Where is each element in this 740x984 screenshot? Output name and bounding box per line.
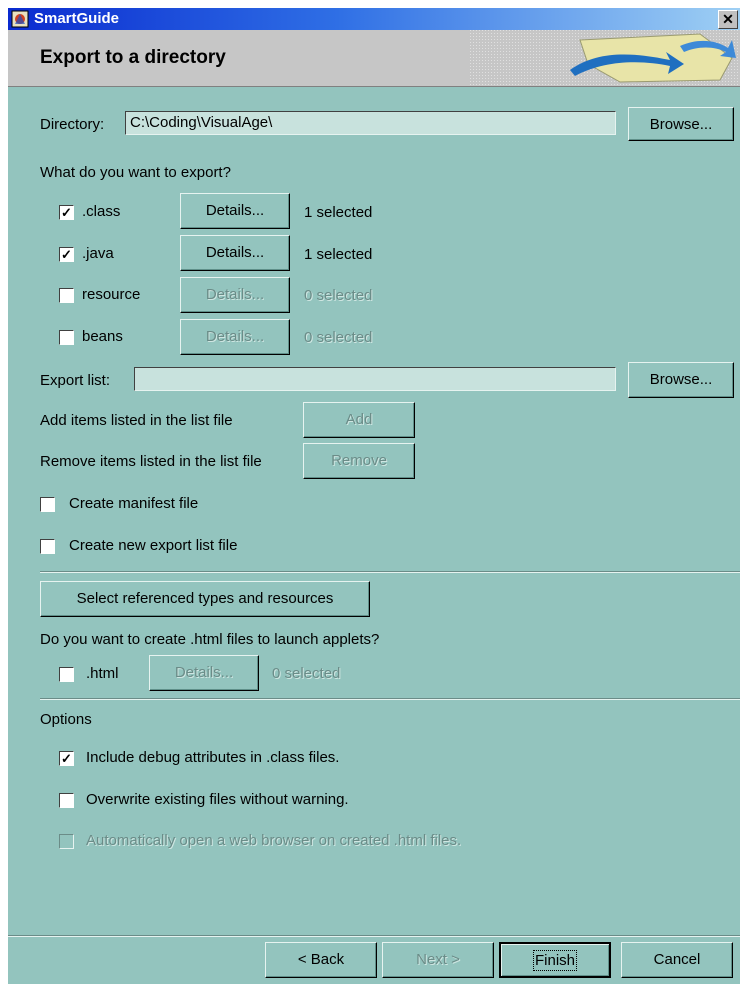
resource-checkbox[interactable] — [59, 288, 74, 303]
back-button[interactable]: < Back — [265, 942, 377, 978]
finish-button[interactable]: Finish — [499, 942, 611, 978]
options-heading: Options — [40, 711, 92, 728]
separator — [40, 571, 740, 573]
create-manifest-checkbox[interactable] — [40, 497, 55, 512]
remove-items-label: Remove items listed in the list file — [40, 453, 262, 470]
beans-count: 0 selected — [304, 329, 373, 346]
class-checkbox[interactable]: ✓ — [59, 205, 74, 220]
wizard-body: Directory: C:\Coding\VisualAge\ Browse..… — [8, 87, 740, 984]
footer-separator — [8, 935, 740, 937]
auto-open-checkbox[interactable] — [59, 834, 74, 849]
separator — [40, 698, 740, 700]
resource-details-button[interactable]: Details... — [180, 277, 290, 313]
close-icon: ✕ — [722, 11, 734, 27]
class-count: 1 selected — [304, 204, 373, 221]
select-referenced-button[interactable]: Select referenced types and resources — [40, 581, 370, 617]
next-button[interactable]: Next > — [382, 942, 494, 978]
export-list-browse-button[interactable]: Browse... — [628, 362, 734, 398]
page-title: Export to a directory — [40, 47, 226, 68]
java-checkbox[interactable]: ✓ — [59, 247, 74, 262]
include-debug-label: Include debug attributes in .class files… — [86, 749, 340, 766]
html-question: Do you want to create .html files to lau… — [40, 631, 380, 648]
auto-open-label: Automatically open a web browser on crea… — [86, 832, 462, 849]
export-list-label: Export list: — [40, 372, 111, 389]
close-button[interactable]: ✕ — [718, 10, 738, 29]
directory-label: Directory: — [40, 116, 105, 133]
add-items-label: Add items listed in the list file — [40, 412, 233, 429]
beans-details-button[interactable]: Details... — [180, 319, 290, 355]
app-icon — [11, 10, 29, 28]
remove-button[interactable]: Remove — [303, 443, 415, 479]
export-banner-graphic — [470, 30, 740, 86]
beans-checkbox[interactable] — [59, 330, 74, 345]
overwrite-checkbox[interactable] — [59, 793, 74, 808]
export-list-input[interactable] — [134, 367, 616, 391]
resource-label: resource — [82, 286, 141, 303]
java-label: .java — [82, 245, 114, 262]
title-bar[interactable]: SmartGuide ✕ — [8, 8, 740, 30]
java-details-button[interactable]: Details... — [180, 235, 290, 271]
beans-label: beans — [82, 328, 123, 345]
directory-browse-button[interactable]: Browse... — [628, 107, 734, 141]
export-question: What do you want to export? — [40, 164, 231, 181]
java-count: 1 selected — [304, 246, 373, 263]
overwrite-label: Overwrite existing files without warning… — [86, 791, 349, 808]
html-count: 0 selected — [272, 665, 341, 682]
add-button[interactable]: Add — [303, 402, 415, 438]
create-export-list-label: Create new export list file — [69, 537, 238, 554]
create-manifest-label: Create manifest file — [69, 495, 199, 512]
class-label: .class — [82, 203, 121, 220]
html-details-button[interactable]: Details... — [149, 655, 259, 691]
directory-input[interactable]: C:\Coding\VisualAge\ — [125, 111, 616, 135]
wizard-header: Export to a directory — [8, 30, 740, 87]
create-export-list-checkbox[interactable] — [40, 539, 55, 554]
cancel-button[interactable]: Cancel — [621, 942, 733, 978]
resource-count: 0 selected — [304, 287, 373, 304]
smartguide-window: SmartGuide ✕ Export to a directory Direc… — [0, 0, 740, 984]
class-details-button[interactable]: Details... — [180, 193, 290, 229]
html-checkbox[interactable] — [59, 667, 74, 682]
html-label: .html — [86, 665, 119, 682]
window-title: SmartGuide — [34, 10, 120, 27]
include-debug-checkbox[interactable]: ✓ — [59, 751, 74, 766]
